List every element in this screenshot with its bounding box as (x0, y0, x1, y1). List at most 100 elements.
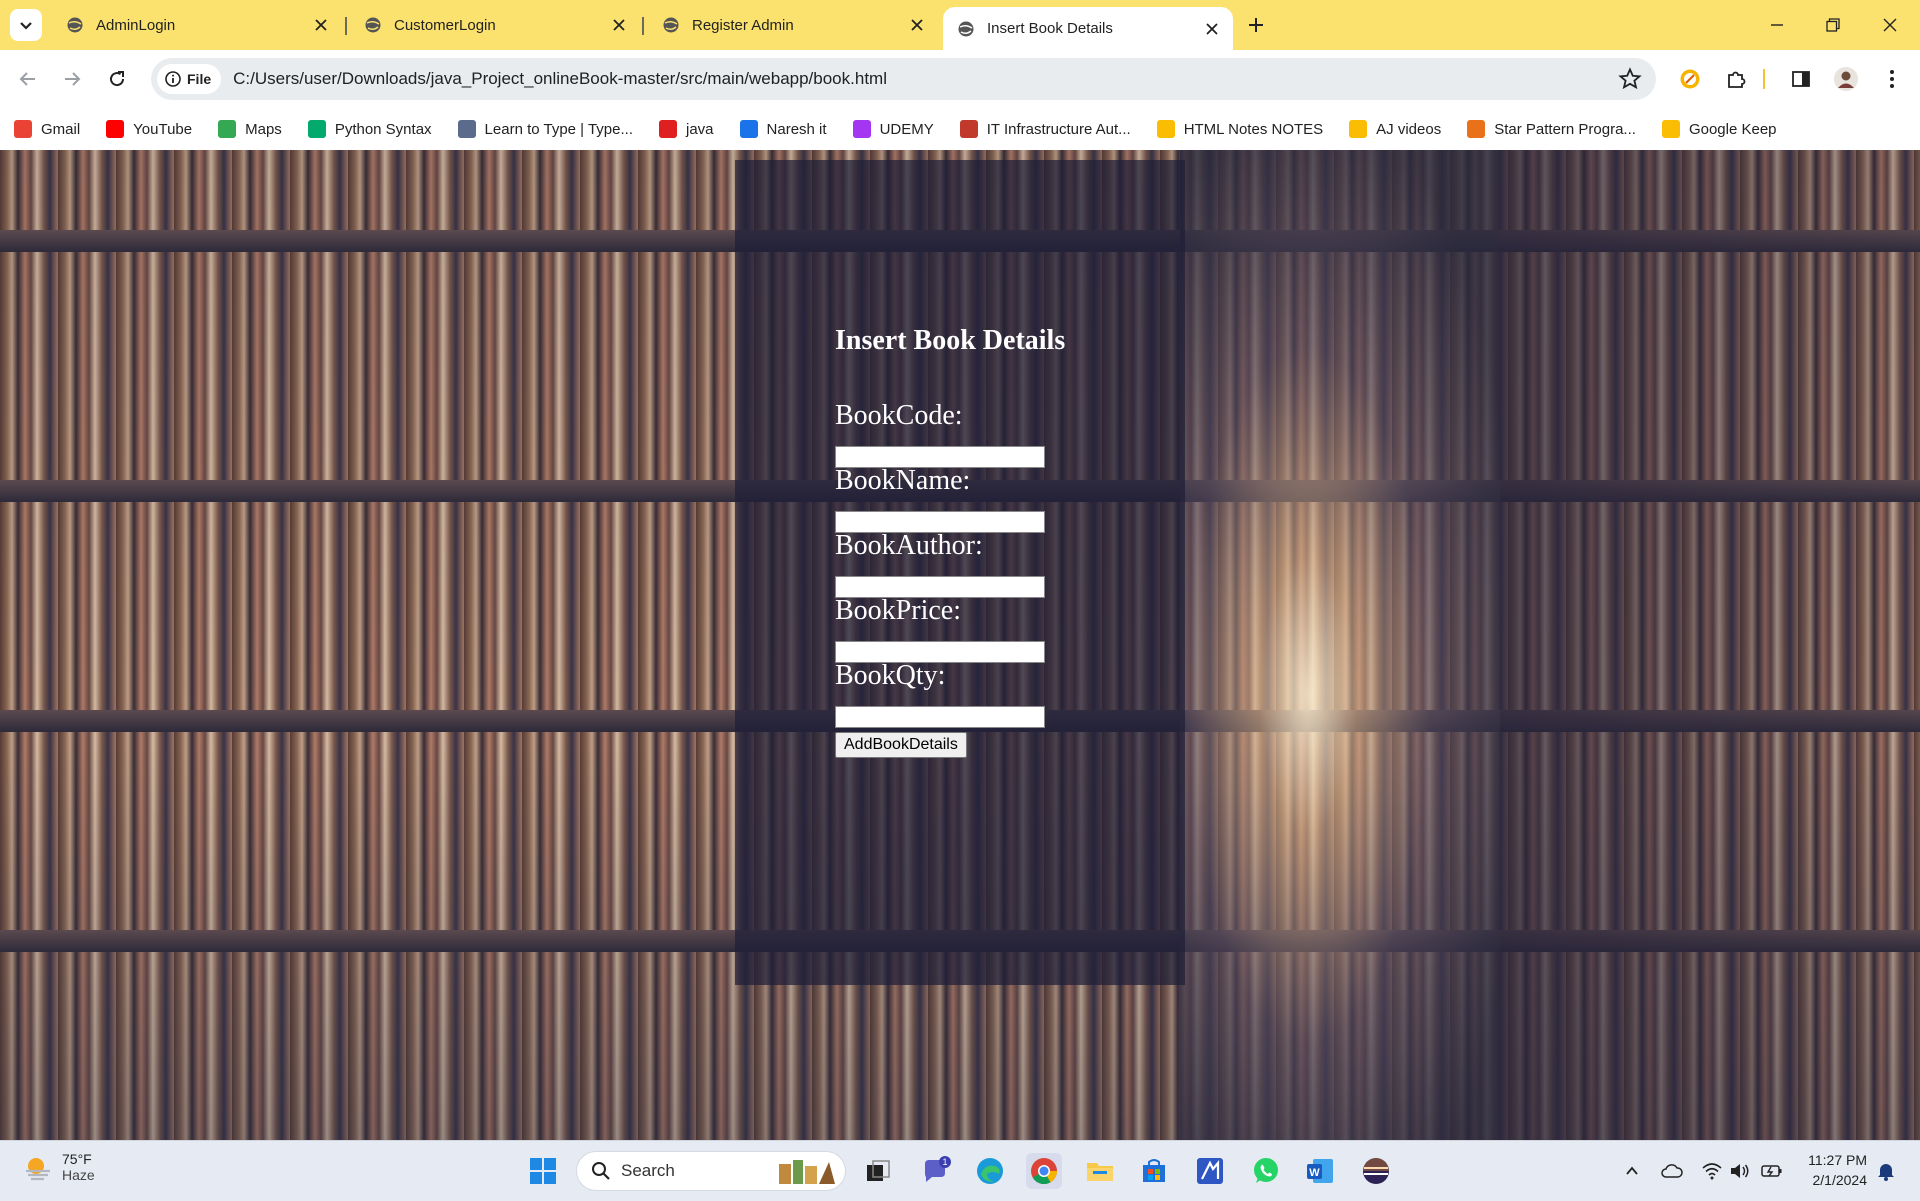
star-pattern-icon (1467, 120, 1486, 138)
java-icon (659, 120, 677, 138)
edge-app[interactable] (972, 1153, 1008, 1189)
battery-tray[interactable] (1760, 1159, 1784, 1183)
extension-logo-icon (1680, 69, 1700, 89)
globe-icon (663, 17, 679, 33)
forward-button[interactable] (56, 63, 88, 95)
start-button[interactable] (525, 1153, 561, 1189)
url-text[interactable]: C:/Users/user/Downloads/java_Project_onl… (233, 69, 887, 89)
tab-admin-login[interactable]: AdminLogin (52, 7, 342, 43)
bookmark-label: UDEMY (879, 120, 934, 138)
tab-search-button[interactable] (10, 9, 42, 41)
chrome-app[interactable] (1026, 1153, 1062, 1189)
cloud-icon (1661, 1164, 1683, 1178)
page-background: Insert Book Details BookCode: BookName: … (0, 150, 1920, 1140)
search-icon (592, 1162, 610, 1180)
back-button[interactable] (12, 63, 44, 95)
microsoft-store-app[interactable] (1136, 1153, 1172, 1189)
bookmark-item[interactable]: Gmail (14, 120, 80, 138)
hazy-sun-icon (26, 1158, 50, 1181)
bookmark-item[interactable]: YouTube (106, 120, 192, 138)
add-book-details-button[interactable]: AddBookDetails (835, 732, 967, 758)
background-shade (1500, 150, 1920, 1140)
info-icon (165, 71, 181, 87)
tab-label: Insert Book Details (987, 20, 1113, 37)
minimize-button[interactable] (1762, 10, 1792, 40)
bookmark-label: java (686, 120, 714, 138)
taskbar-search[interactable]: Search (576, 1151, 846, 1191)
bookmark-label: HTML Notes NOTES (1183, 120, 1324, 138)
it-infra-icon (959, 120, 978, 138)
reload-button[interactable] (101, 63, 133, 95)
bookmark-label: Star Pattern Progra... (1494, 120, 1636, 138)
bookmark-item[interactable]: Star Pattern Progra... (1467, 120, 1636, 138)
file-explorer-app[interactable] (1082, 1153, 1118, 1189)
bookauthor-label: BookAuthor: (835, 530, 983, 561)
chrome-icon (1031, 1158, 1058, 1185)
close-icon[interactable] (610, 16, 628, 34)
tab-label: Register Admin (692, 16, 794, 34)
bookmark-item[interactable]: Learn to Type | Type... (457, 120, 633, 138)
restore-icon (1826, 18, 1840, 32)
bookmark-item[interactable]: IT Infrastructure Aut... (959, 120, 1131, 138)
close-icon[interactable] (1203, 20, 1221, 38)
minimize-icon (1771, 24, 1783, 26)
bookmark-item[interactable]: Naresh it (739, 120, 827, 138)
site-info-chip[interactable]: File (157, 64, 222, 94)
tab-register-admin[interactable]: Register Admin (648, 7, 938, 43)
volume-tray[interactable] (1728, 1159, 1752, 1183)
notifications-button[interactable] (1874, 1159, 1898, 1183)
bookmark-label: Python Syntax (334, 120, 432, 138)
bookmark-item[interactable]: HTML Notes NOTES (1156, 120, 1324, 138)
youtube-icon (106, 120, 125, 138)
speaker-icon (1731, 1164, 1749, 1178)
typing-icon (457, 120, 476, 138)
profile-avatar-button[interactable] (1830, 63, 1862, 95)
bookmark-item[interactable]: Python Syntax (307, 120, 432, 138)
side-panel-button[interactable] (1785, 63, 1817, 95)
restore-button[interactable] (1818, 10, 1848, 40)
tab-insert-book-details[interactable]: Insert Book Details (943, 7, 1233, 50)
bookmark-star-icon[interactable] (1618, 67, 1642, 91)
globe-icon (365, 17, 381, 33)
arrow-right-icon (65, 72, 81, 86)
extensions-menu-button[interactable] (1720, 63, 1752, 95)
bookmark-item[interactable]: UDEMY (852, 120, 934, 138)
task-view-button[interactable] (860, 1153, 896, 1189)
chevron-down-icon (20, 22, 32, 30)
tab-customer-login[interactable]: CustomerLogin (350, 7, 640, 43)
editor-app[interactable] (1192, 1153, 1228, 1189)
bookmark-label: Naresh it (766, 120, 827, 138)
close-icon[interactable] (312, 16, 330, 34)
bookname-label: BookName: (835, 465, 971, 496)
windows-logo-icon (530, 1158, 556, 1184)
bookmark-item[interactable]: java (659, 120, 714, 138)
eclipse-app[interactable] (1358, 1153, 1394, 1189)
system-clock[interactable]: 11:27 PM 2/1/2024 (1795, 1150, 1867, 1190)
page-title: Insert Book Details (835, 325, 1066, 356)
teams-app[interactable]: 1 (918, 1153, 954, 1189)
onedrive-tray[interactable] (1660, 1159, 1684, 1183)
folder-icon (1087, 1163, 1113, 1181)
new-tab-button[interactable] (1242, 11, 1270, 39)
word-app[interactable]: W (1302, 1153, 1338, 1189)
tab-divider (345, 17, 347, 35)
show-hidden-icons-button[interactable] (1620, 1159, 1644, 1183)
weather-temp: 75°F (62, 1151, 92, 1167)
close-icon[interactable] (908, 16, 926, 34)
bookmark-item[interactable]: Google Keep (1661, 120, 1777, 138)
bookmark-label: AJ videos (1376, 120, 1442, 138)
bookqty-input[interactable] (835, 706, 1045, 728)
wifi-tray[interactable] (1700, 1159, 1724, 1183)
whatsapp-app[interactable] (1248, 1153, 1284, 1189)
bookmark-item[interactable]: AJ videos (1349, 120, 1441, 138)
extension-button[interactable] (1674, 63, 1706, 95)
close-window-button[interactable] (1875, 10, 1905, 40)
bookmark-item[interactable]: Maps (218, 120, 282, 138)
browser-menu-button[interactable] (1876, 63, 1908, 95)
gmail-icon (14, 120, 32, 138)
weather-widget[interactable]: 75°F Haze (22, 1151, 95, 1183)
address-bar[interactable]: File C:/Users/user/Downloads/java_Projec… (151, 58, 1656, 100)
word-icon: W (1307, 1159, 1333, 1183)
teams-chat-icon: 1 (925, 1156, 951, 1182)
close-icon (1883, 18, 1897, 32)
